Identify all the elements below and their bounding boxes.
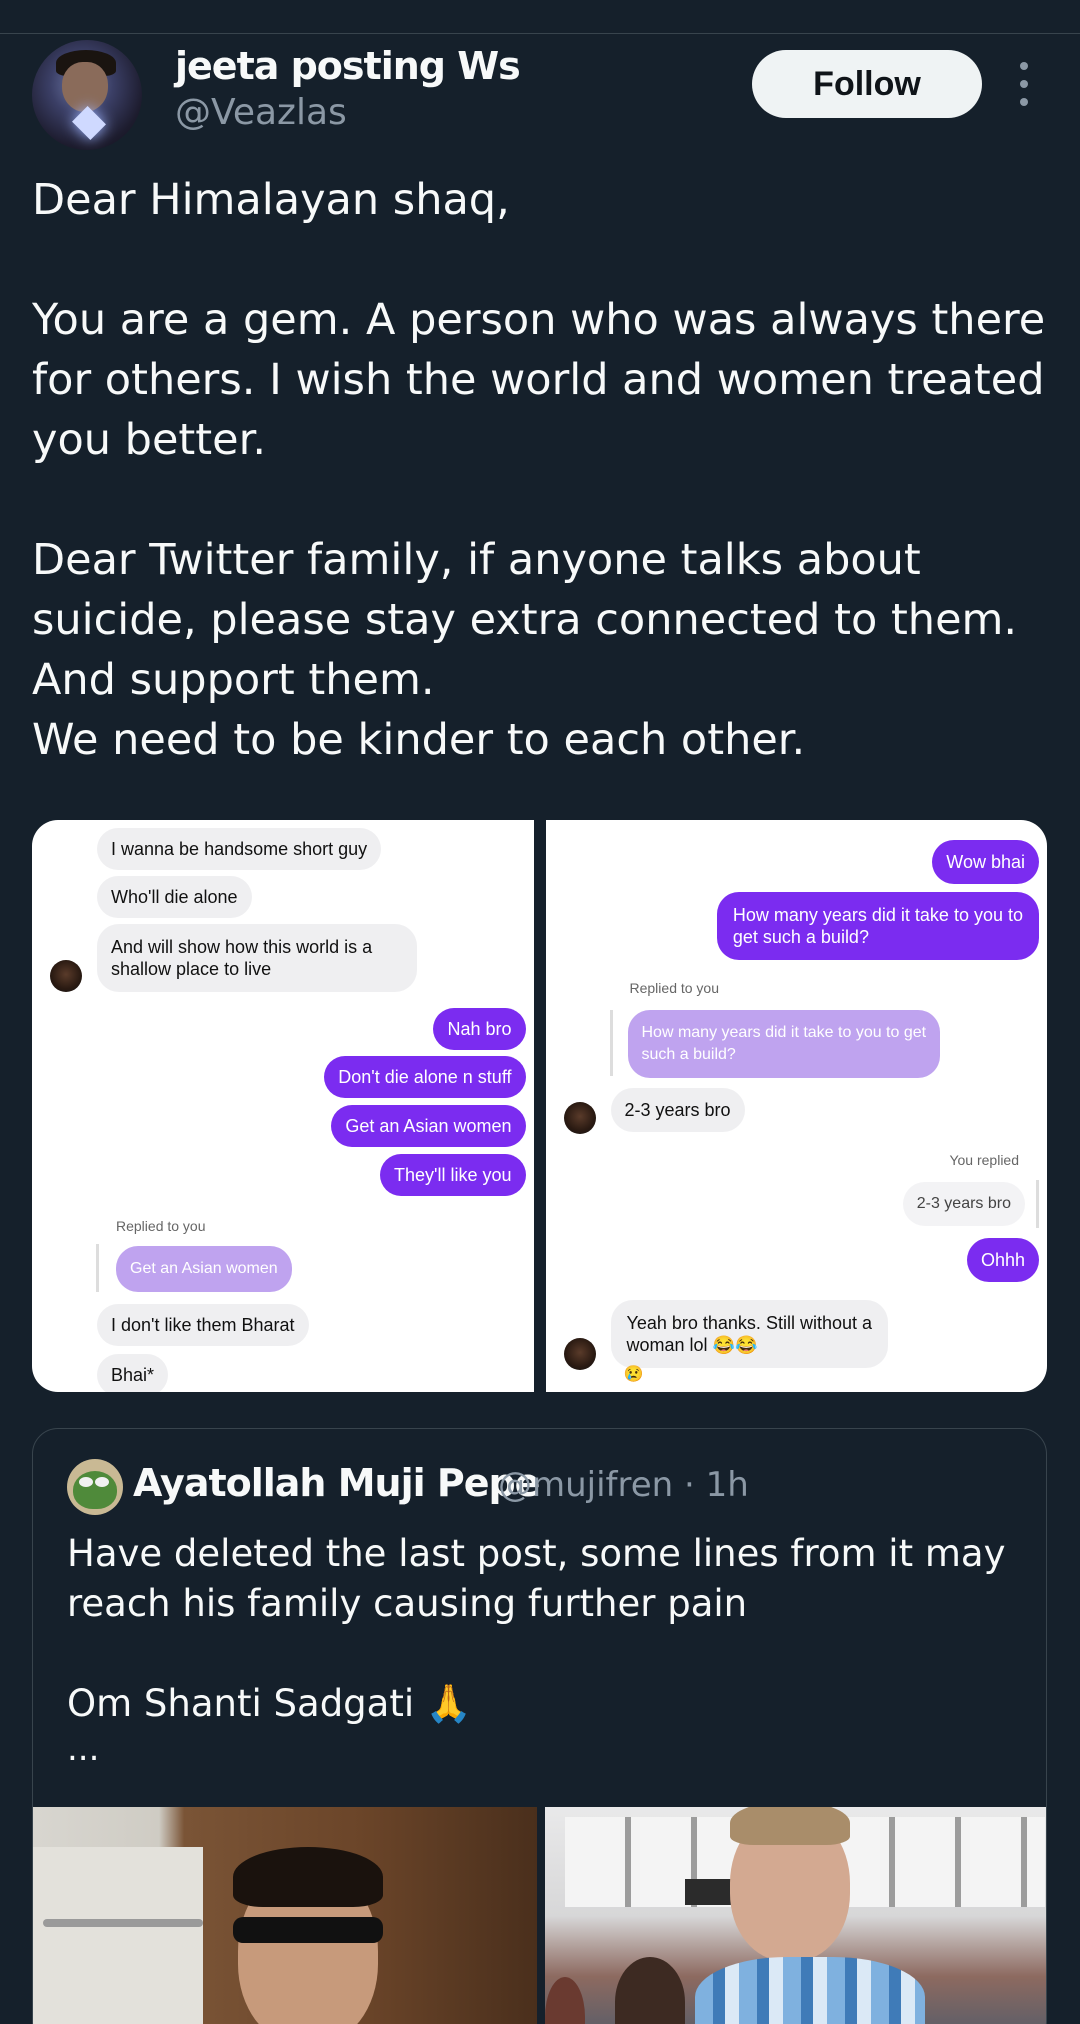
frog-eye bbox=[95, 1477, 109, 1487]
chat-line: woman lol 😂😂 bbox=[626, 1335, 758, 1355]
avatar-gem bbox=[72, 106, 106, 140]
chat-bubble-outgoing: How many years did it take to you to get… bbox=[716, 892, 1039, 960]
wall-panel bbox=[33, 1847, 203, 2024]
chat-bubble-incoming: Who'll die alone bbox=[97, 876, 252, 918]
you-replied-label: You replied bbox=[949, 1152, 1019, 1168]
dot bbox=[1020, 98, 1028, 106]
post-text: Dear Himalayan shaq, You are a gem. A pe… bbox=[32, 175, 1046, 765]
chat-bubble-outgoing: Don't die alone n stuff bbox=[324, 1056, 526, 1098]
towel-rail bbox=[43, 1919, 203, 1927]
post-media-grid[interactable]: I wanna be handsome short guy Who'll die… bbox=[32, 820, 1047, 1392]
author-avatar[interactable] bbox=[32, 40, 142, 150]
reaction-emoji: 😢 bbox=[623, 1366, 644, 1383]
chat-line: get such a build? bbox=[732, 927, 869, 947]
quoted-photo-right[interactable] bbox=[544, 1807, 1046, 2024]
avatar-face bbox=[62, 62, 108, 112]
chat-bubble-incoming: And will show how this world is a shallo… bbox=[97, 924, 417, 992]
chat-bubble-outgoing: Nah bro bbox=[433, 1008, 526, 1050]
chat-contact-avatar bbox=[563, 1338, 596, 1370]
author-name[interactable]: jeeta posting Ws bbox=[175, 44, 521, 88]
sunglasses bbox=[233, 1917, 383, 1943]
child-figure bbox=[544, 1977, 585, 2024]
chat-bubble-outgoing: Wow bhai bbox=[932, 840, 1039, 884]
frog-avatar bbox=[73, 1471, 117, 1509]
chat-bubble-outgoing: Ohhh bbox=[966, 1238, 1039, 1282]
chat-bubble-incoming: I wanna be handsome short guy bbox=[97, 828, 382, 870]
chat-line: How many years did it take to you to get bbox=[641, 1024, 927, 1041]
follow-button[interactable]: Follow bbox=[752, 50, 982, 118]
chat-screenshot-right[interactable]: Wow bhai How many years did it take to y… bbox=[545, 820, 1047, 1392]
chat-bubble-incoming: 2-3 years bro bbox=[610, 1088, 745, 1132]
chat-contact-avatar bbox=[563, 1102, 596, 1134]
chat-bubble-outgoing: Get an Asian women bbox=[331, 1105, 526, 1147]
chat-bubble-outgoing: They'll like you bbox=[380, 1154, 526, 1196]
person-hair bbox=[233, 1847, 383, 1907]
chat-screenshot-left[interactable]: I wanna be handsome short guy Who'll die… bbox=[32, 820, 534, 1392]
plaid-shirt bbox=[694, 1957, 925, 2024]
chat-bubble-incoming: Bhai* bbox=[97, 1354, 169, 1392]
post-header: jeeta posting Ws @Veazlas Follow bbox=[0, 34, 1080, 154]
dot bbox=[1020, 62, 1028, 70]
quoted-bubble: 2-3 years bro bbox=[902, 1182, 1025, 1226]
chat-bubble-incoming: Yeah bro thanks. Still without a woman l… bbox=[610, 1300, 888, 1368]
person-hair bbox=[729, 1807, 850, 1845]
quoted-author-name[interactable]: Ayatollah Muji Pepe bbox=[133, 1461, 540, 1505]
replied-label: Replied to you bbox=[629, 980, 720, 996]
quote-bar bbox=[96, 1244, 99, 1292]
quoted-media-grid[interactable] bbox=[33, 1807, 1046, 2024]
quote-bar bbox=[1036, 1180, 1039, 1228]
quoted-post[interactable]: Ayatollah Muji Pepe @mujifren · 1h Have … bbox=[32, 1428, 1047, 2024]
quoted-ellipsis: ... bbox=[67, 1729, 100, 1769]
chat-line: And will show how this world is a bbox=[111, 937, 373, 957]
dot bbox=[1020, 80, 1028, 88]
quoted-post-text: Have deleted the last post, some lines f… bbox=[67, 1532, 1006, 1725]
quote-bar bbox=[609, 1010, 613, 1076]
chat-line: How many years did it take to you to bbox=[732, 905, 1023, 925]
frog-eye bbox=[79, 1477, 93, 1487]
chat-bubble-incoming: I don't like them Bharat bbox=[97, 1304, 309, 1346]
replied-label: Replied to you bbox=[116, 1218, 206, 1234]
quoted-photo-left[interactable] bbox=[33, 1807, 537, 2024]
chat-contact-avatar bbox=[50, 960, 82, 992]
author-handle[interactable]: @Veazlas bbox=[175, 92, 347, 133]
child-figure bbox=[614, 1957, 685, 2024]
wall-sign bbox=[684, 1879, 731, 1905]
top-divider bbox=[0, 0, 1080, 34]
quoted-bubble: Get an Asian women bbox=[116, 1246, 292, 1292]
chat-line: shallow place to live bbox=[111, 959, 272, 979]
quoted-author-meta[interactable]: @mujifren · 1h bbox=[498, 1465, 749, 1505]
quoted-author-avatar[interactable] bbox=[67, 1459, 123, 1515]
chat-line: Yeah bro thanks. Still without a bbox=[626, 1313, 873, 1333]
chat-line: such a build? bbox=[641, 1046, 736, 1063]
more-options-icon[interactable] bbox=[1012, 62, 1036, 106]
quoted-bubble: How many years did it take to you to get… bbox=[627, 1010, 941, 1078]
